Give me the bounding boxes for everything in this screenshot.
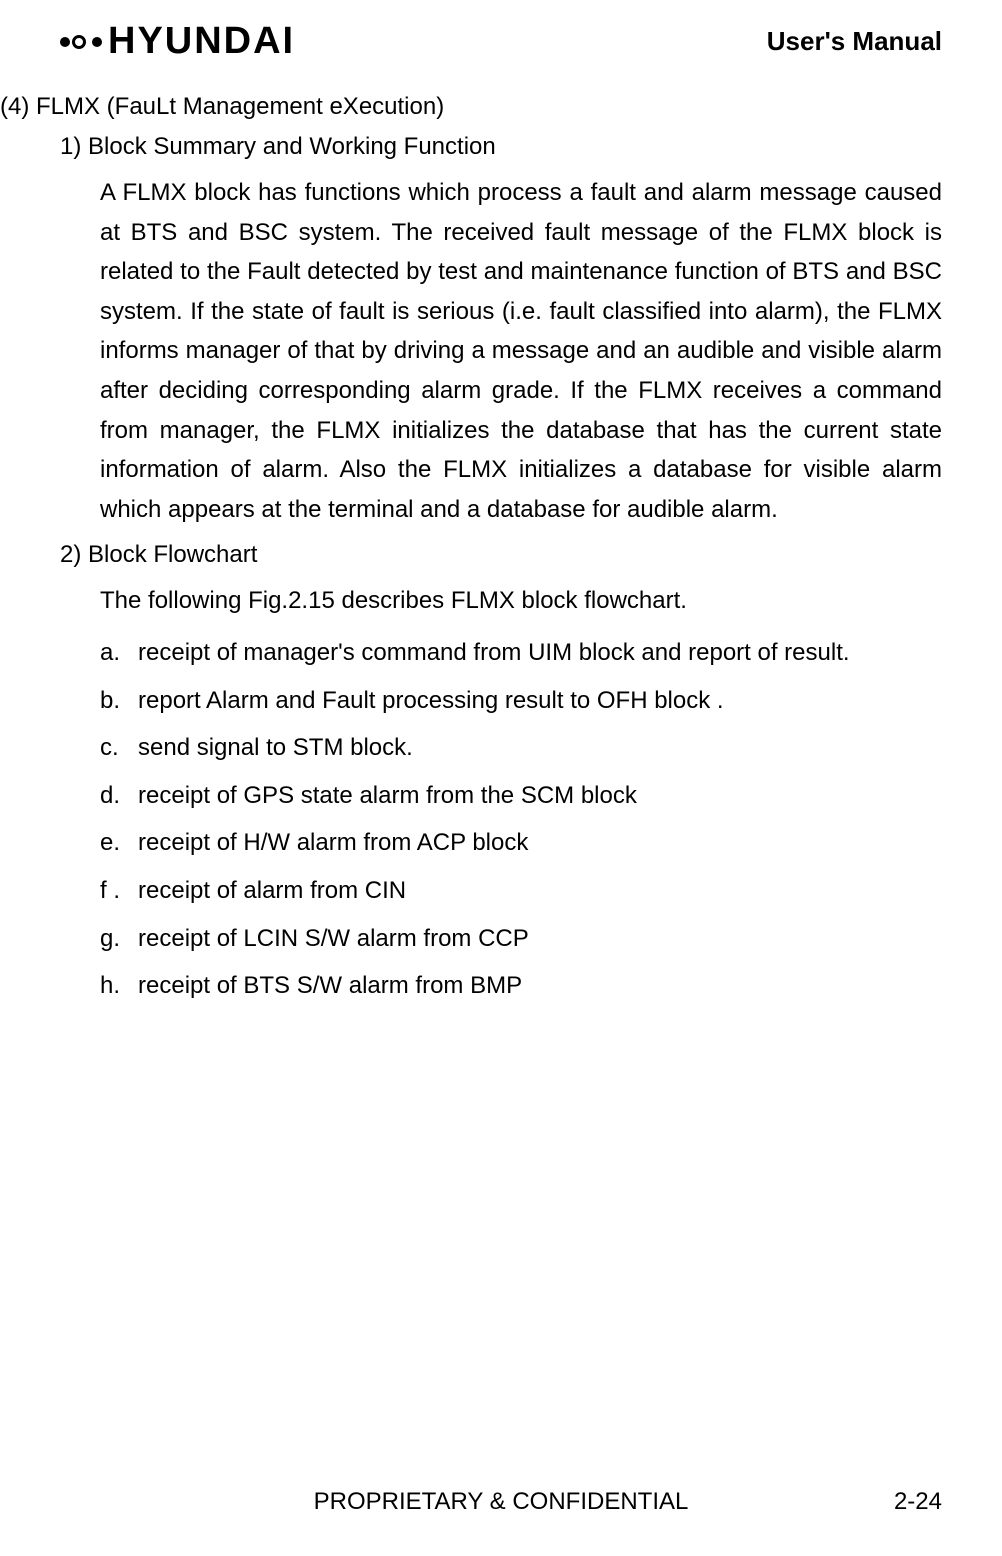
list-marker: d. <box>100 776 138 816</box>
list-item: h. receipt of BTS S/W alarm from BMP <box>100 966 942 1006</box>
list-marker: h. <box>100 966 138 1006</box>
logo-dots-icon <box>60 35 104 49</box>
list-item: f . receipt of alarm from CIN <box>100 871 942 911</box>
list-item: b. report Alarm and Fault processing res… <box>100 681 942 721</box>
body-paragraph: A FLMX block has functions which process… <box>100 173 942 529</box>
page-number: 2-24 <box>894 1488 942 1516</box>
list-intro-text: The following Fig.2.15 describes FLMX bl… <box>100 581 942 621</box>
list-text: receipt of BTS S/W alarm from BMP <box>138 966 522 1006</box>
subsection-heading-1: 1) Block Summary and Working Function <box>60 133 942 161</box>
list-item: g. receipt of LCIN S/W alarm from CCP <box>100 919 942 959</box>
list-text: report Alarm and Fault processing result… <box>138 681 724 721</box>
list-item: d. receipt of GPS state alarm from the S… <box>100 776 942 816</box>
page-header: HYUNDAI User's Manual <box>60 20 942 63</box>
list-marker: c. <box>100 728 138 768</box>
list-text: send signal to STM block. <box>138 728 413 768</box>
list-item: a. receipt of manager's command from UIM… <box>100 633 942 673</box>
brand-logo: HYUNDAI <box>60 20 295 63</box>
list-item: c. send signal to STM block. <box>100 728 942 768</box>
document-title: User's Manual <box>767 26 942 57</box>
list-text: receipt of LCIN S/W alarm from CCP <box>138 919 529 959</box>
list-text: receipt of GPS state alarm from the SCM … <box>138 776 637 816</box>
list-text: receipt of alarm from CIN <box>138 871 406 911</box>
document-page: HYUNDAI User's Manual (4) FLMX (FauLt Ma… <box>0 0 1002 1556</box>
list-item: e. receipt of H/W alarm from ACP block <box>100 823 942 863</box>
list-marker: g. <box>100 919 138 959</box>
list-marker: f . <box>100 871 138 911</box>
list-text: receipt of manager's command from UIM bl… <box>138 633 850 673</box>
list-marker: a. <box>100 633 138 673</box>
list-marker: b. <box>100 681 138 721</box>
list-marker: e. <box>100 823 138 863</box>
section-heading: (4) FLMX (FauLt Management eXecution) <box>0 93 942 121</box>
subsection-heading-2: 2) Block Flowchart <box>60 541 942 569</box>
list-text: receipt of H/W alarm from ACP block <box>138 823 528 863</box>
logo-text: HYUNDAI <box>108 20 295 63</box>
footer-text: PROPRIETARY & CONFIDENTIAL <box>0 1488 1002 1516</box>
